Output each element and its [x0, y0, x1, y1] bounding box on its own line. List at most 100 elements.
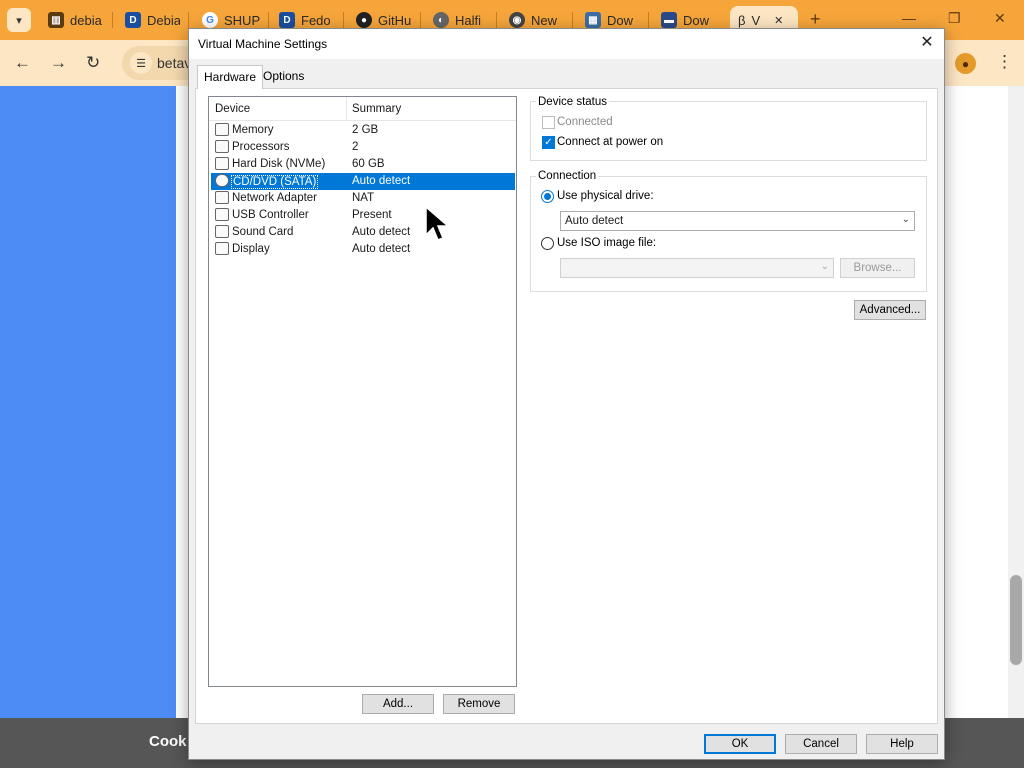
use-physical-drive-label: Use physical drive: — [557, 190, 654, 202]
dialog-titlebar[interactable]: Virtual Machine Settings ✕ — [189, 29, 944, 59]
use-iso-image-radio[interactable] — [541, 237, 554, 250]
tab-label: Dow — [683, 12, 710, 28]
reload-button[interactable]: ↻ — [86, 53, 100, 73]
device-row-display[interactable]: Display Auto detect — [211, 241, 515, 258]
new-tab-button[interactable]: + — [810, 9, 821, 30]
chrome-icon: ◉ — [509, 12, 525, 28]
chevron-down-icon: ⌄ — [901, 214, 910, 225]
tab-label: V — [751, 12, 761, 28]
device-summary: Present — [352, 209, 392, 221]
device-row-cd-dvd[interactable]: CD/DVD (SATA) Auto detect — [211, 173, 515, 190]
tab-label: Fedo — [301, 12, 331, 28]
device-name: Display — [232, 243, 270, 255]
device-status-group — [530, 101, 927, 161]
tab-label: Dow — [607, 12, 634, 28]
d-logo-icon: D — [125, 12, 141, 28]
minimize-button[interactable]: — — [902, 10, 916, 26]
restore-button[interactable]: ❐ — [948, 10, 961, 27]
device-row-hard-disk[interactable]: Hard Disk (NVMe) 60 GB — [211, 156, 515, 173]
cd-dvd-icon — [215, 174, 229, 187]
device-summary: NAT — [352, 192, 375, 204]
device-summary: 60 GB — [352, 158, 385, 170]
tab-hardware[interactable]: Hardware — [197, 65, 264, 89]
device-list[interactable]: Device Summary Memory 2 GB Processors 2 … — [208, 96, 517, 687]
restore-icon: ❐ — [948, 10, 961, 26]
display-icon — [215, 242, 229, 255]
globe-icon: ◐ — [433, 12, 449, 28]
tab-label: SHUP — [224, 12, 260, 28]
forward-button[interactable]: → — [50, 53, 67, 73]
connected-checkbox[interactable] — [542, 116, 555, 129]
device-name: Network Adapter — [232, 192, 318, 204]
address-text[interactable]: betav — [157, 55, 191, 71]
advanced-button[interactable]: Advanced... — [854, 300, 926, 320]
help-button[interactable]: Help — [866, 734, 938, 754]
page-scrollbar[interactable] — [1008, 86, 1024, 768]
column-header-device[interactable]: Device — [215, 103, 250, 115]
tab-label: Debia — [147, 12, 180, 28]
browser-tab[interactable]: ▥ debia — [48, 8, 104, 32]
chevron-down-icon: ⌄ — [820, 261, 829, 272]
beta-icon: β — [738, 12, 746, 28]
back-button[interactable]: ← — [14, 53, 31, 73]
tab-options[interactable]: Options — [257, 65, 310, 87]
connected-label: Connected — [557, 116, 613, 128]
device-row-memory[interactable]: Memory 2 GB — [211, 122, 515, 139]
use-iso-image-label: Use ISO image file: — [557, 237, 657, 249]
add-device-button[interactable]: Add... — [362, 694, 434, 714]
page-content-right — [944, 86, 1008, 768]
tab-label: GitHu — [378, 12, 412, 28]
physical-drive-select[interactable]: Auto detect ⌄ — [560, 211, 915, 231]
device-row-processors[interactable]: Processors 2 — [211, 139, 515, 156]
use-physical-drive-radio[interactable] — [541, 190, 554, 203]
page-scrollbar-thumb[interactable] — [1010, 575, 1022, 665]
hard-disk-icon — [215, 157, 229, 170]
device-name: USB Controller — [232, 209, 309, 221]
device-name: Memory — [232, 124, 274, 136]
d-logo-icon: D — [279, 12, 295, 28]
network-adapter-icon — [215, 191, 229, 204]
connect-at-power-on-label: Connect at power on — [557, 136, 664, 148]
device-status-title: Device status — [536, 96, 610, 108]
cancel-button[interactable]: Cancel — [785, 734, 857, 754]
google-icon: G — [202, 12, 218, 28]
minimize-icon: — — [902, 10, 916, 26]
usb-controller-icon — [215, 208, 229, 221]
device-summary: 2 — [352, 141, 359, 153]
tab-search-button[interactable]: ▾ — [7, 8, 31, 32]
reload-icon: ↻ — [86, 53, 101, 72]
site-settings-icon[interactable]: ☰ — [130, 52, 152, 74]
profile-avatar[interactable]: ● — [955, 53, 976, 74]
browser-menu-button[interactable]: ⋮ — [996, 52, 1013, 72]
ok-button[interactable]: OK — [704, 734, 776, 754]
remove-device-button[interactable]: Remove — [443, 694, 515, 714]
device-row-network-adapter[interactable]: Network Adapter NAT — [211, 190, 515, 207]
dialog-title: Virtual Machine Settings — [198, 37, 328, 51]
device-name: Processors — [232, 141, 290, 153]
device-name: Sound Card — [232, 226, 294, 238]
device-summary: Auto detect — [352, 226, 411, 238]
connect-at-power-on-checkbox[interactable]: ✓ — [542, 136, 555, 149]
github-icon: ● — [356, 12, 372, 28]
plus-icon: + — [810, 9, 821, 29]
close-tab-icon[interactable]: ✕ — [774, 14, 783, 27]
close-icon: ✕ — [994, 10, 1006, 26]
tab-label: New — [531, 12, 558, 28]
device-row-sound-card[interactable]: Sound Card Auto detect — [211, 224, 515, 241]
dialog-close-button[interactable]: ✕ — [918, 34, 936, 52]
device-row-usb-controller[interactable]: USB Controller Present — [211, 207, 515, 224]
arrow-right-icon: → — [50, 53, 67, 72]
vmware-icon: ▦ — [585, 12, 601, 28]
iso-image-path-input[interactable]: ⌄ — [560, 258, 834, 278]
column-header-summary[interactable]: Summary — [352, 103, 401, 115]
connection-title: Connection — [536, 170, 599, 182]
browse-button[interactable]: Browse... — [840, 258, 915, 278]
device-summary: Auto detect — [352, 175, 411, 187]
browser-tab[interactable]: D Debia — [125, 8, 180, 32]
mouse-cursor-icon — [425, 206, 451, 241]
memory-icon — [215, 123, 229, 136]
window-close-button[interactable]: ✕ — [994, 10, 1006, 27]
chevron-down-icon: ▾ — [16, 14, 22, 27]
device-list-header: Device Summary — [209, 97, 516, 121]
check-icon: ✓ — [544, 137, 553, 148]
